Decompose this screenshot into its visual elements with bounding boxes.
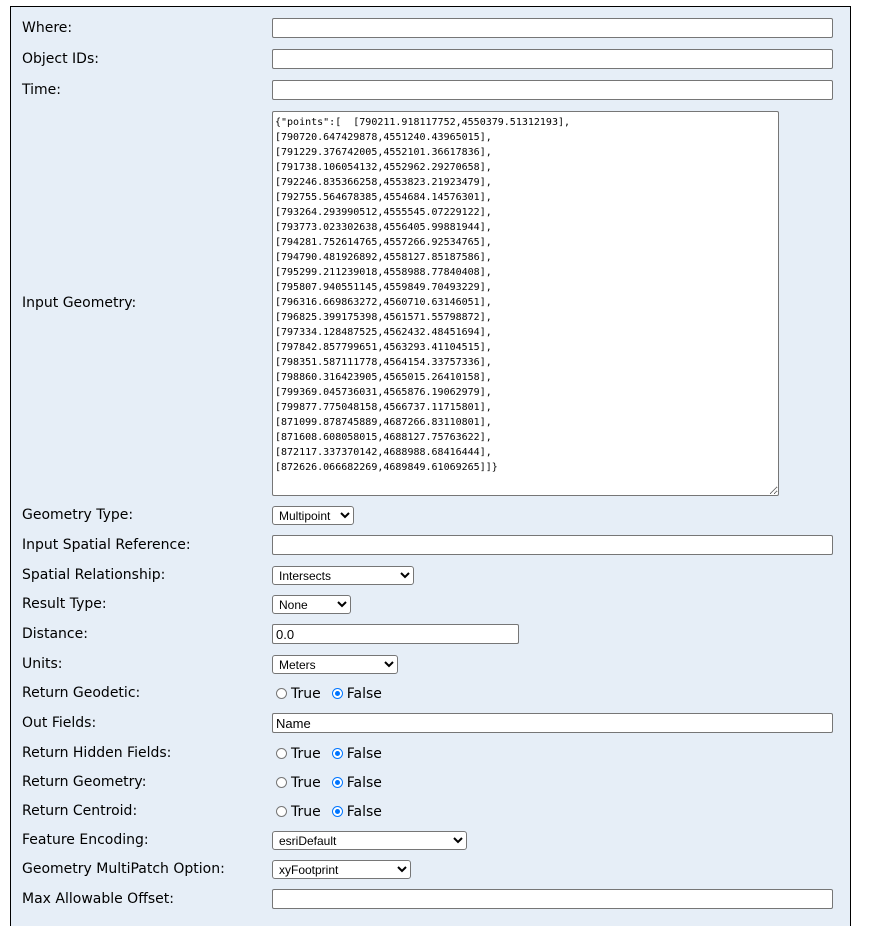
input-spatial-reference-input[interactable] [272,535,833,555]
input-geometry-textarea[interactable]: {"points":[ [790211.918117752,4550379.51… [272,111,779,496]
distance-label: Distance: [22,626,88,642]
return-centroid-false-label: False [346,804,382,820]
return-hidden-fields-label: Return Hidden Fields: [22,745,172,761]
out-fields-input[interactable] [272,713,833,733]
query-form-panel: Where: Object IDs: Time: Input Geometry:… [10,6,851,926]
return-geodetic-true-radio[interactable] [276,688,287,699]
return-geodetic-radios: True False [276,686,382,703]
return-geodetic-false-radio[interactable] [331,688,343,699]
geometry-type-label: Geometry Type: [22,507,134,523]
return-geometry-true-label: True [291,775,321,791]
return-centroid-radios: True False [276,804,382,821]
units-select[interactable]: Meters [272,655,398,674]
distance-input[interactable] [272,624,519,644]
max-allowable-offset-input[interactable] [272,889,833,909]
time-input[interactable] [272,80,833,100]
return-hidden-fields-false-label: False [346,746,382,762]
return-centroid-true-label: True [291,804,321,820]
spatial-relationship-label: Spatial Relationship: [22,567,166,583]
return-centroid-false-radio[interactable] [331,806,343,817]
return-geodetic-true-label: True [291,686,321,702]
object-ids-input[interactable] [272,49,833,69]
geometry-multipatch-option-label: Geometry MultiPatch Option: [22,861,225,877]
return-hidden-fields-true-radio[interactable] [276,748,287,759]
return-hidden-fields-false-radio[interactable] [331,748,343,759]
return-centroid-label: Return Centroid: [22,803,138,819]
geometry-multipatch-option-select[interactable]: xyFootprint [272,860,411,879]
return-geometry-false-radio[interactable] [331,777,343,788]
spatial-relationship-select[interactable]: Intersects [272,566,414,585]
return-hidden-fields-true-label: True [291,746,321,762]
return-centroid-true-radio[interactable] [276,806,287,817]
time-label: Time: [22,82,61,98]
result-type-select[interactable]: None [272,595,351,614]
units-label: Units: [22,656,63,672]
return-geometry-radios: True False [276,775,382,792]
input-spatial-reference-label: Input Spatial Reference: [22,537,191,553]
feature-encoding-select[interactable]: esriDefault [272,831,467,850]
input-geometry-label: Input Geometry: [22,295,137,311]
return-geometry-false-label: False [346,775,382,791]
return-geometry-label: Return Geometry: [22,774,147,790]
return-geodetic-label: Return Geodetic: [22,685,141,701]
return-geometry-true-radio[interactable] [276,777,287,788]
return-geodetic-false-label: False [346,686,382,702]
where-label: Where: [22,20,73,36]
result-type-label: Result Type: [22,596,107,612]
geometry-type-select[interactable]: Multipoint [272,506,354,525]
where-input[interactable] [272,18,833,38]
feature-encoding-label: Feature Encoding: [22,832,149,848]
max-allowable-offset-label: Max Allowable Offset: [22,891,174,907]
return-hidden-fields-radios: True False [276,746,382,763]
out-fields-label: Out Fields: [22,715,97,731]
object-ids-label: Object IDs: [22,51,99,67]
